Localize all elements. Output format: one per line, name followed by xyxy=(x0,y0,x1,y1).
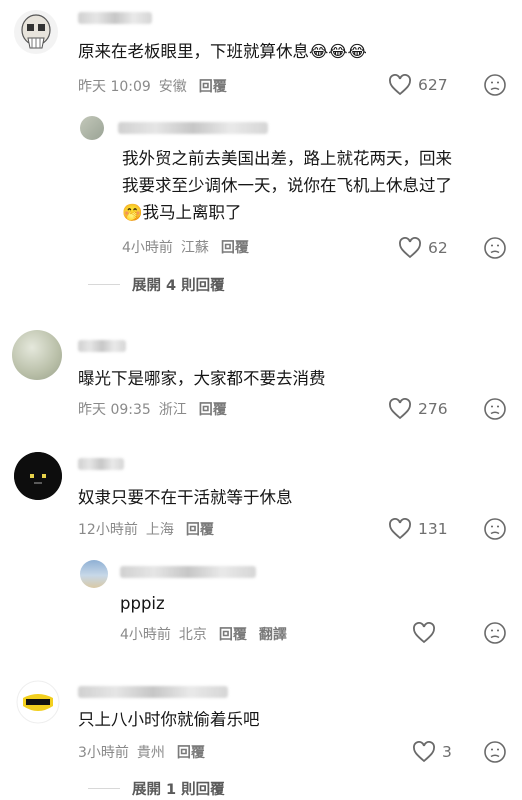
comment-text: 奴隶只要不在干活就等于休息 xyxy=(78,488,293,507)
comment-text: 只上八小时你就偷着乐吧 xyxy=(78,710,260,729)
dislike-button[interactable] xyxy=(483,397,507,425)
reply-button[interactable]: 回覆 xyxy=(199,79,227,95)
like-button[interactable] xyxy=(412,622,442,644)
reply-username-blurred[interactable] xyxy=(118,122,268,134)
reply-button[interactable]: 回覆 xyxy=(186,522,214,538)
heart-icon xyxy=(413,741,435,763)
comment-meta: 12小時前 上海 回覆 xyxy=(78,522,214,538)
dislike-button[interactable] xyxy=(483,73,507,101)
heart-icon xyxy=(389,398,411,420)
reply-avatar[interactable] xyxy=(80,560,108,588)
avatar[interactable] xyxy=(12,330,62,380)
comment-text: 曝光下是哪家，大家都不要去消费 xyxy=(78,369,326,388)
comment-meta: 昨天 09:35 浙江 回覆 xyxy=(78,402,227,418)
like-button[interactable]: 131 xyxy=(388,518,448,540)
reply-meta: 4小時前 北京 回覆 翻譯 xyxy=(120,627,287,643)
like-button[interactable]: 627 xyxy=(388,74,448,96)
heart-icon xyxy=(389,74,411,96)
dislike-button[interactable] xyxy=(483,517,507,545)
like-button[interactable]: 62 xyxy=(398,237,448,259)
dislike-button[interactable] xyxy=(483,740,507,768)
heart-icon xyxy=(399,237,421,259)
shy-emoji: 🤭 xyxy=(122,203,143,222)
comment-meta: 3小時前 貴州 回覆 xyxy=(78,745,205,761)
heart-icon xyxy=(413,622,435,644)
reply-meta: 4小時前 江蘇 回覆 xyxy=(122,240,249,256)
username-blurred[interactable] xyxy=(78,340,126,352)
reply-avatar[interactable] xyxy=(80,116,104,140)
like-button[interactable]: 3 xyxy=(412,741,452,763)
divider-line xyxy=(88,788,120,789)
comment-location: 安徽 xyxy=(158,79,187,95)
reply-button[interactable]: 回覆 xyxy=(177,745,205,761)
dislike-button[interactable] xyxy=(483,621,507,649)
comment-text: 原来在老板眼里，下班就算休息😂😂😂 xyxy=(78,42,367,61)
avatar[interactable] xyxy=(14,452,62,500)
laughing-crying-emoji: 😂😂😂 xyxy=(309,42,367,61)
comment-time: 昨天 10:09 xyxy=(78,79,151,95)
username-blurred[interactable] xyxy=(78,12,152,24)
frown-face-icon xyxy=(484,518,506,540)
reply-button[interactable]: 回覆 xyxy=(199,402,227,418)
like-button[interactable]: 276 xyxy=(388,398,448,420)
comment-meta: 昨天 10:09 安徽 回覆 xyxy=(78,76,235,96)
reply-button[interactable]: 回覆 xyxy=(219,627,247,643)
reply-button[interactable]: 回覆 xyxy=(221,240,249,256)
avatar[interactable] xyxy=(14,10,58,54)
dislike-button[interactable] xyxy=(483,236,507,264)
username-blurred[interactable] xyxy=(78,686,228,698)
reply-text: 我外贸之前去美国出差，路上就花两天，回来 我要求至少调休一天，说你在飞机上休息过… xyxy=(122,149,452,222)
frown-face-icon xyxy=(484,237,506,259)
divider-line xyxy=(88,284,120,285)
username-blurred[interactable] xyxy=(78,458,124,470)
frown-face-icon xyxy=(484,741,506,763)
expand-replies-button[interactable]: 展開 4 則回覆 xyxy=(88,274,225,295)
avatar[interactable] xyxy=(16,680,60,724)
frown-face-icon xyxy=(484,398,506,420)
heart-icon xyxy=(389,518,411,540)
expand-replies-button[interactable]: 展開 1 則回覆 xyxy=(88,778,225,799)
like-count: 627 xyxy=(418,76,448,94)
reply-text: pppiz xyxy=(120,594,165,613)
reply-username-blurred[interactable] xyxy=(120,566,256,578)
translate-button[interactable]: 翻譯 xyxy=(259,627,287,643)
frown-face-icon xyxy=(484,74,506,96)
frown-face-icon xyxy=(484,622,506,644)
